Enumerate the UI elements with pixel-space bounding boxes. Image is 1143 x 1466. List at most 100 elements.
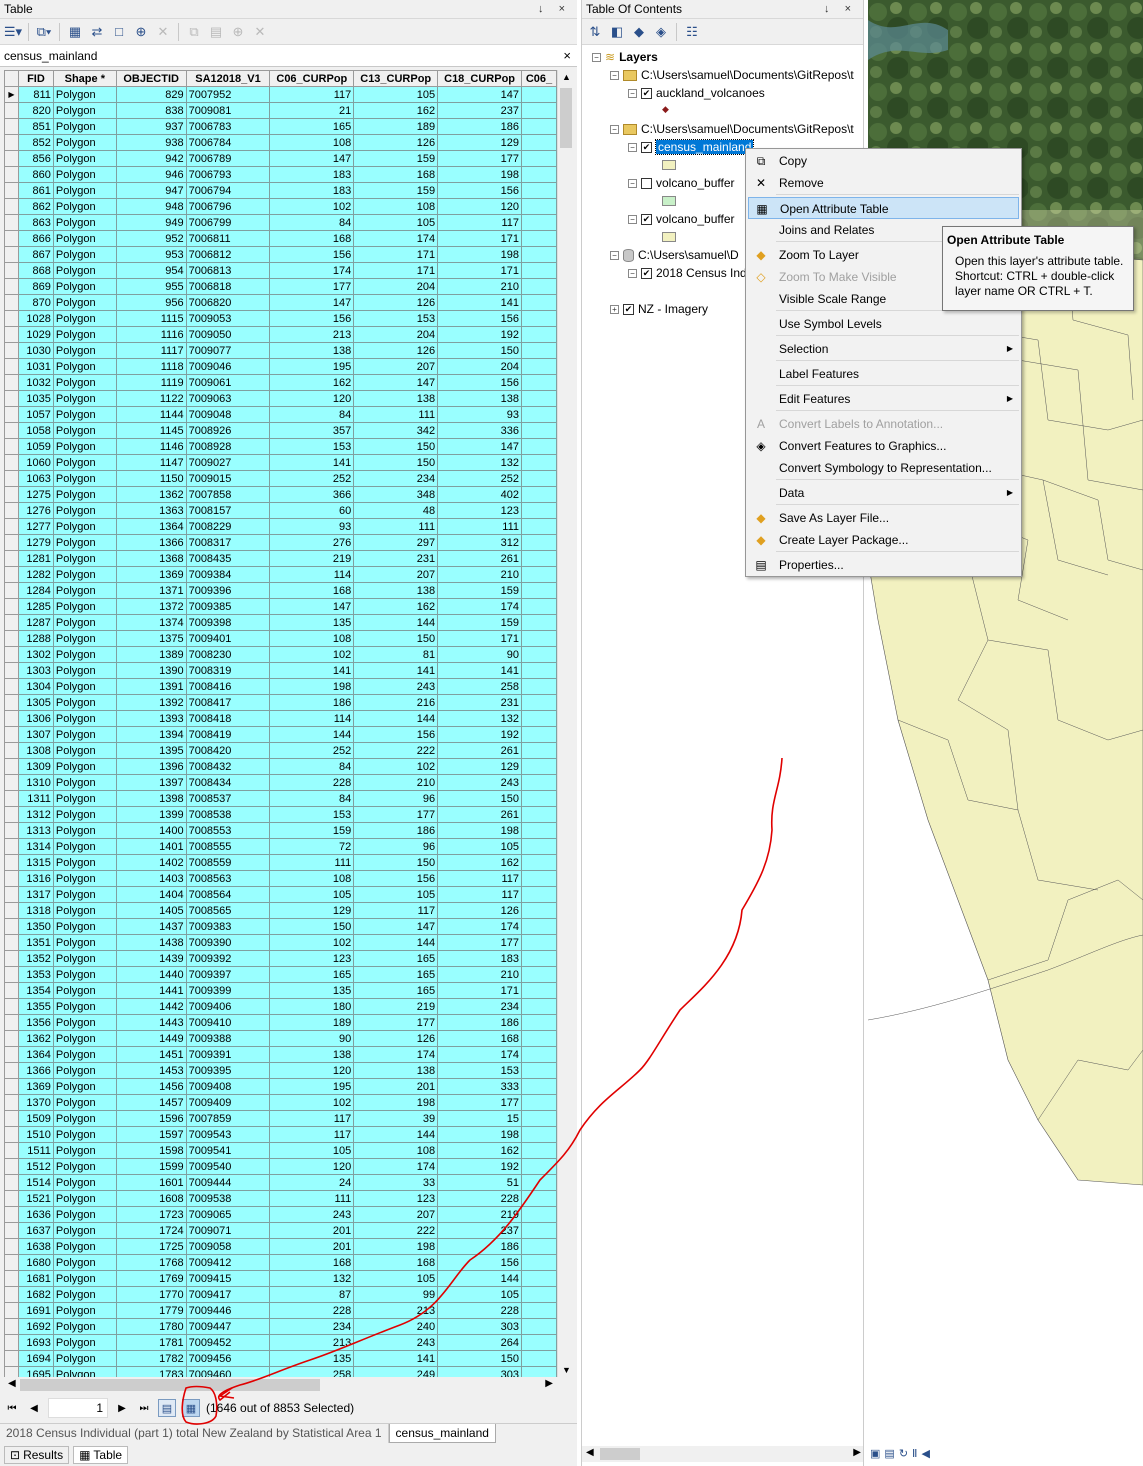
- row-selector[interactable]: [4, 342, 19, 359]
- table-cell[interactable]: 1512: [17, 1158, 54, 1175]
- table-cell[interactable]: 138: [269, 342, 355, 359]
- table-cell[interactable]: 7008317: [185, 534, 271, 551]
- table-cell[interactable]: 7006783: [185, 118, 271, 135]
- table-cell[interactable]: 866: [17, 230, 54, 247]
- table-cell[interactable]: 147: [269, 598, 355, 615]
- toc-layer-census-mainland[interactable]: − ✔ census_mainland: [628, 138, 755, 156]
- table-cell[interactable]: 90: [437, 646, 523, 663]
- menu-item-open-attribute-table[interactable]: ▦ Open Attribute Table: [748, 197, 1019, 219]
- row-selector[interactable]: [4, 582, 19, 599]
- table-cell[interactable]: 174: [437, 918, 523, 935]
- row-selector[interactable]: [4, 1286, 19, 1303]
- row-selector[interactable]: [4, 358, 19, 375]
- table-row[interactable]: 1308 Polygon 1395 7008420 252 222 261: [4, 742, 557, 759]
- table-cell[interactable]: [521, 598, 557, 615]
- table-row[interactable]: 1309 Polygon 1396 7008432 84 102 129: [4, 758, 557, 775]
- table-row[interactable]: 869 Polygon 955 7006818 177 204 210: [4, 278, 557, 295]
- menu-item-properties[interactable]: ▤ Properties...: [748, 554, 1019, 576]
- table-cell[interactable]: Polygon: [52, 614, 117, 631]
- layer-name[interactable]: volcano_buffer: [656, 176, 735, 190]
- table-cell[interactable]: Polygon: [52, 1046, 117, 1063]
- table-cell[interactable]: [521, 1206, 557, 1223]
- table-cell[interactable]: 7009383: [185, 918, 271, 935]
- table-cell[interactable]: 1281: [17, 550, 54, 567]
- expand-icon[interactable]: +: [610, 304, 619, 314]
- table-cell[interactable]: 1441: [115, 982, 187, 999]
- table-cell[interactable]: [521, 86, 557, 103]
- table-cell[interactable]: Polygon: [52, 854, 117, 871]
- row-selector[interactable]: [4, 1078, 19, 1095]
- table-cell[interactable]: 210: [353, 774, 439, 791]
- table-cell[interactable]: 1035: [17, 390, 54, 407]
- row-selector[interactable]: [4, 1302, 19, 1319]
- table-cell[interactable]: 1364: [17, 1046, 54, 1063]
- table-cell[interactable]: [521, 806, 557, 823]
- table-cell[interactable]: 1312: [17, 806, 54, 823]
- table-cell[interactable]: [521, 310, 557, 327]
- table-cell[interactable]: 1031: [17, 358, 54, 375]
- table-cell[interactable]: 147: [437, 86, 523, 103]
- table-cell[interactable]: 7009081: [185, 102, 271, 119]
- table-cell[interactable]: [521, 630, 557, 647]
- table-row[interactable]: 1275 Polygon 1362 7007858 366 348 402: [4, 486, 557, 503]
- table-cell[interactable]: [521, 1174, 557, 1191]
- table-cell[interactable]: 261: [437, 742, 523, 759]
- table-cell[interactable]: Polygon: [52, 1062, 117, 1079]
- table-cell[interactable]: 105: [353, 86, 439, 103]
- row-selector[interactable]: ▶: [4, 86, 19, 103]
- row-selector[interactable]: [4, 982, 19, 999]
- table-cell[interactable]: 1316: [17, 870, 54, 887]
- table-cell[interactable]: 171: [437, 982, 523, 999]
- table-cell[interactable]: 7008230: [185, 646, 271, 663]
- table-cell[interactable]: 7007952: [185, 86, 271, 103]
- row-selector[interactable]: [4, 278, 19, 295]
- table-cell[interactable]: [521, 1158, 557, 1175]
- row-selector[interactable]: [4, 678, 19, 695]
- table-cell[interactable]: 1288: [17, 630, 54, 647]
- table-row[interactable]: 1276 Polygon 1363 7008157 60 48 123: [4, 502, 557, 519]
- table-cell[interactable]: 1355: [17, 998, 54, 1015]
- table-cell[interactable]: 1391: [115, 678, 187, 695]
- table-cell[interactable]: 120: [269, 390, 355, 407]
- table-cell[interactable]: 1397: [115, 774, 187, 791]
- close-tab-icon[interactable]: ×: [563, 45, 571, 67]
- table-cell[interactable]: Polygon: [52, 1190, 117, 1207]
- row-selector[interactable]: [4, 262, 19, 279]
- row-selector[interactable]: [4, 454, 19, 471]
- table-cell[interactable]: 111: [269, 1190, 355, 1207]
- table-cell[interactable]: 1057: [17, 406, 54, 423]
- table-cell[interactable]: 1276: [17, 502, 54, 519]
- table-cell[interactable]: 1638: [17, 1238, 54, 1255]
- row-selector[interactable]: [4, 1254, 19, 1271]
- table-cell[interactable]: 231: [353, 550, 439, 567]
- table-cell[interactable]: 1724: [115, 1222, 187, 1239]
- table-cell[interactable]: 1768: [115, 1254, 187, 1271]
- table-cell[interactable]: 261: [437, 550, 523, 567]
- list-by-selection-icon[interactable]: ◈: [652, 23, 670, 41]
- table-cell[interactable]: 7006811: [185, 230, 271, 247]
- table-cell[interactable]: 7009410: [185, 1014, 271, 1031]
- table-cell[interactable]: [521, 1190, 557, 1207]
- table-cell[interactable]: 333: [437, 1078, 523, 1095]
- table-cell[interactable]: 237: [437, 1222, 523, 1239]
- column-header[interactable]: FID: [17, 70, 54, 87]
- table-row[interactable]: 1681 Polygon 1769 7009415 132 105 144: [4, 1270, 557, 1287]
- row-selector[interactable]: [4, 694, 19, 711]
- table-cell[interactable]: 177: [437, 1094, 523, 1111]
- table-cell[interactable]: Polygon: [52, 742, 117, 759]
- table-cell[interactable]: 838: [115, 102, 187, 119]
- table-cell[interactable]: 147: [269, 294, 355, 311]
- table-cell[interactable]: 144: [353, 1126, 439, 1143]
- table-cell[interactable]: 1369: [115, 566, 187, 583]
- table-cell[interactable]: [521, 118, 557, 135]
- table-cell[interactable]: 312: [437, 534, 523, 551]
- table-cell[interactable]: 135: [269, 614, 355, 631]
- table-cell[interactable]: Polygon: [52, 406, 117, 423]
- table-cell[interactable]: [521, 646, 557, 663]
- table-cell[interactable]: 1372: [115, 598, 187, 615]
- table-cell[interactable]: 177: [437, 934, 523, 951]
- table-row[interactable]: 1058 Polygon 1145 7008926 357 342 336: [4, 422, 557, 439]
- table-cell[interactable]: 1396: [115, 758, 187, 775]
- table-cell[interactable]: 252: [269, 470, 355, 487]
- table-cell[interactable]: 153: [269, 438, 355, 455]
